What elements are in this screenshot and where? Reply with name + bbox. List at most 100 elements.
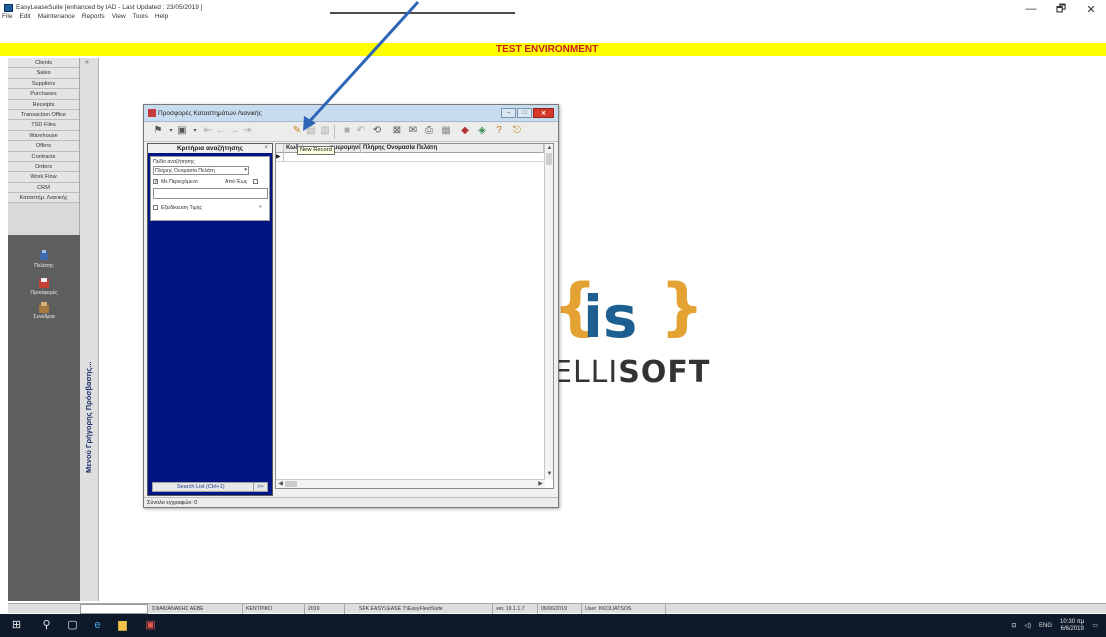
network-icon[interactable]: ⊡ <box>1011 622 1016 629</box>
view-icon[interactable]: ▣ <box>176 125 188 137</box>
horizontal-scrollbar[interactable]: ◀ ▶ <box>276 479 545 488</box>
offers-icon[interactable] <box>38 278 50 289</box>
browser-icon[interactable]: e <box>91 619 104 632</box>
edit-record-icon[interactable]: ▤ <box>305 125 317 137</box>
menu-maintenance[interactable]: Maintenance <box>38 13 75 20</box>
window-maximize-button[interactable]: □ <box>517 108 532 118</box>
extended-price-checkbox[interactable] <box>153 205 158 210</box>
sidebar-item-offers[interactable]: Offers <box>8 141 79 152</box>
save-record-icon[interactable]: ▥ <box>319 125 331 137</box>
task-view-icon[interactable]: ▢ <box>66 619 79 632</box>
offers-window-title: Προσφορές Καταστημάτων Λιανικής <box>158 110 262 117</box>
horizontal-scroll-thumb[interactable] <box>285 481 297 487</box>
menu-file[interactable]: File <box>2 13 12 20</box>
sidebar-item-work-flow[interactable]: Work Flow <box>8 172 79 183</box>
scroll-down-icon[interactable]: ▼ <box>545 470 554 479</box>
app-logo-icon <box>4 4 13 12</box>
restore-button[interactable]: 🗗 <box>1046 0 1076 18</box>
last-record-icon[interactable]: ⇥ <box>241 125 253 137</box>
delete-record-icon[interactable]: ■ <box>341 125 353 137</box>
link-icon[interactable]: ◈ <box>476 125 488 137</box>
sidebar-item-tsd-files[interactable]: TSD Files <box>8 120 79 131</box>
expand-arrow-icon[interactable]: » <box>259 204 262 210</box>
menu-help[interactable]: Help <box>155 13 168 20</box>
volume-icon[interactable]: ◁) <box>1024 622 1031 629</box>
sidebar-item-retail-stores[interactable]: Καταστήμ. Λιανικής <box>8 193 79 204</box>
contains-checkbox[interactable]: ✓ <box>153 179 158 185</box>
sidebar-item-receipts[interactable]: Receipts <box>8 99 79 110</box>
clock[interactable]: 10:30 πμ 6/6/2019 <box>1060 619 1084 633</box>
quick-access-strip: » Μενού Γρήγορης Πρόσβασης... <box>80 58 99 601</box>
extended-price-label: Εξειδίκευση Τιμής <box>161 205 202 211</box>
from-to-checkbox[interactable] <box>253 179 258 184</box>
new-record-icon[interactable]: ✎ <box>291 125 303 137</box>
sidebar-item-suppliers[interactable]: Suppliers <box>8 78 79 90</box>
easylease-taskbar-icon[interactable]: ▣ <box>144 619 157 632</box>
client-icon[interactable] <box>38 250 50 261</box>
menu-view[interactable]: View <box>112 13 126 20</box>
next-record-icon[interactable]: → <box>228 125 240 137</box>
column-header-client-name[interactable]: Πλήρης Ονομασία Πελάτη <box>361 144 544 153</box>
shortcut-client-label[interactable]: Πελάτης <box>8 263 80 269</box>
status-branch: ΚΕΝΤΡΙΚΟ <box>243 604 305 614</box>
minimize-button[interactable]: — <box>1016 0 1046 18</box>
search-list-button[interactable]: Search List (Ctrl+1) >> <box>152 482 268 492</box>
sidebar-item-sales[interactable]: Sales <box>8 68 79 79</box>
language-indicator[interactable]: ENG <box>1039 623 1052 629</box>
undo-icon[interactable]: ↶ <box>355 125 367 137</box>
window-close-button[interactable]: ✕ <box>533 108 554 118</box>
status-app-info: SFK EASYLEASE T:\EasyFleetSuite <box>345 604 493 614</box>
meetings-icon[interactable] <box>38 302 50 313</box>
report-icon[interactable]: ▦ <box>440 125 452 137</box>
tag-icon[interactable]: ◆ <box>459 125 471 137</box>
status-user: User: KKOLIATSOS <box>582 604 666 614</box>
close-button[interactable]: ✕ <box>1076 0 1106 18</box>
collapse-arrow-icon[interactable]: » <box>85 59 89 66</box>
status-year: 2019 <box>305 604 345 614</box>
vertical-scrollbar[interactable]: ▲ ▼ <box>544 144 553 479</box>
sidebar-item-clients[interactable]: Clients <box>8 58 79 69</box>
sidebar-item-warehouse[interactable]: Warehouse <box>8 130 79 142</box>
print-icon[interactable]: ⎙ <box>423 125 435 137</box>
scroll-left-icon[interactable]: ◀ <box>276 480 285 489</box>
status-date: 06/06/2019 <box>538 604 582 614</box>
notifications-icon[interactable]: ▭ <box>1092 622 1098 629</box>
search-field-select[interactable]: Πλήρης Ονομασία Πελάτη ▾ <box>153 166 249 175</box>
search-criteria-form: Πεδίο αναζήτησης Πλήρης Ονομασία Πελάτη … <box>150 156 270 221</box>
refresh-icon[interactable]: ⟲ <box>371 125 383 137</box>
sidebar-item-transaction-office[interactable]: Transaction Office <box>8 109 79 121</box>
toolbar-separator <box>334 125 335 139</box>
shortcut-offers-label[interactable]: Προσφορές <box>8 290 80 296</box>
sidebar-item-contracts[interactable]: Contracts <box>8 151 79 162</box>
file-explorer-icon[interactable]: ▆ <box>116 619 129 632</box>
mail-icon[interactable]: ✉ <box>407 125 419 137</box>
scroll-thumb[interactable] <box>546 153 552 165</box>
sidebar-item-purchases[interactable]: Purchases <box>8 89 79 100</box>
taskbar: ⊞ ⚲ ▢ e ▆ ▣ ⊡ ◁) ENG 10:30 πμ 6/6/2019 ▭ <box>0 614 1106 637</box>
scroll-right-icon[interactable]: ▶ <box>536 480 545 489</box>
export-icon[interactable]: ⊠ <box>391 125 403 137</box>
chevron-down-icon[interactable]: ▾ <box>244 167 247 173</box>
search-icon[interactable]: ⚲ <box>40 619 53 632</box>
start-icon[interactable]: ⊞ <box>10 619 23 632</box>
search-more-button[interactable]: >> <box>253 483 267 491</box>
sidebar-item-crm[interactable]: CRM <box>8 182 79 194</box>
quick-menu-label[interactable]: Μενού Γρήγορης Πρόσβασης... <box>84 283 93 473</box>
view-dropdown-icon[interactable]: ▾ <box>189 125 201 137</box>
window-minimize-button[interactable]: – <box>501 108 516 118</box>
grid-corner <box>276 144 284 153</box>
menu-reports[interactable]: Reports <box>82 13 105 20</box>
exit-icon[interactable]: ⎋ <box>511 125 523 137</box>
shortcut-meetings-label[interactable]: Συνέδρια <box>8 314 80 320</box>
menu-tools[interactable]: Tools <box>133 13 148 20</box>
prev-record-icon[interactable]: ← <box>215 125 227 137</box>
sidebar-item-orders[interactable]: Orders <box>8 161 79 173</box>
filter-icon[interactable]: ⚑ <box>152 125 164 137</box>
criteria-close-icon[interactable]: × <box>264 144 268 153</box>
scroll-up-icon[interactable]: ▲ <box>545 144 554 153</box>
help-icon[interactable]: ? <box>493 125 505 137</box>
search-value-input[interactable] <box>153 188 268 199</box>
status-company: ΣΦΑΚΙΑΝΑΚΗΣ ΑΕΒΕ <box>149 604 243 614</box>
first-record-icon[interactable]: ⇤ <box>202 125 214 137</box>
menu-edit[interactable]: Edit <box>19 13 30 20</box>
